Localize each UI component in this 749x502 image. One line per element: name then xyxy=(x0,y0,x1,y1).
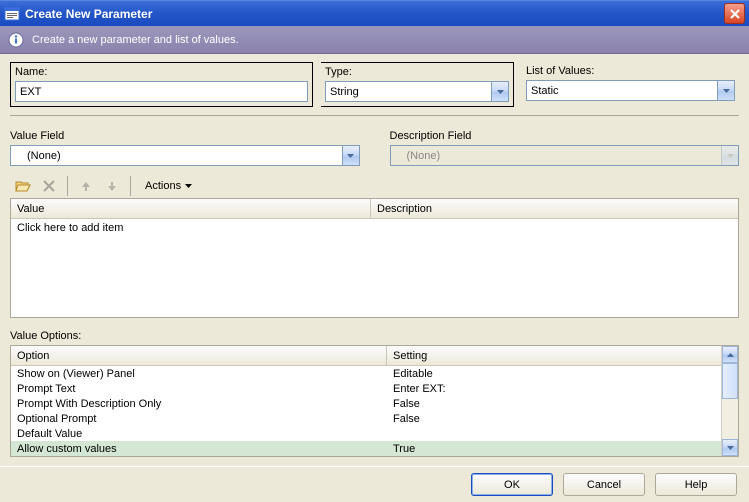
option-name: Default Value xyxy=(11,426,387,441)
scroll-down-button[interactable] xyxy=(722,439,738,456)
title-bar: Create New Parameter xyxy=(0,0,749,26)
info-icon xyxy=(8,32,24,48)
type-label: Type: xyxy=(325,66,509,78)
move-down-button xyxy=(101,175,123,197)
col-setting-header[interactable]: Setting xyxy=(387,350,721,362)
type-dropdown-button[interactable] xyxy=(491,82,508,101)
toolbar-separator xyxy=(130,176,131,196)
add-item-row[interactable]: Click here to add item xyxy=(11,219,738,236)
delete-button xyxy=(38,175,60,197)
col-description-header[interactable]: Description xyxy=(371,203,738,215)
lov-dropdown-button[interactable] xyxy=(717,81,734,100)
arrow-up-icon xyxy=(80,180,92,192)
option-row[interactable]: Allow custom valuesTrue xyxy=(11,441,721,456)
delete-x-icon xyxy=(42,179,56,193)
option-row[interactable]: Optional PromptFalse xyxy=(11,411,721,426)
options-scrollbar[interactable] xyxy=(721,346,738,456)
desc-field-select: (None) xyxy=(390,145,740,166)
window-title: Create New Parameter xyxy=(25,7,152,21)
col-option-header[interactable]: Option xyxy=(11,346,387,365)
option-row[interactable]: Default Value xyxy=(11,426,721,441)
name-group: Name: xyxy=(10,62,313,107)
cancel-button[interactable]: Cancel xyxy=(563,473,645,496)
value-field-dropdown-button[interactable] xyxy=(342,146,359,165)
option-row[interactable]: Show on (Viewer) PanelEditable xyxy=(11,366,721,381)
option-name: Prompt With Description Only xyxy=(11,396,387,411)
arrow-down-icon xyxy=(106,180,118,192)
lov-value: Static xyxy=(531,85,559,97)
option-setting: True xyxy=(387,443,721,455)
dialog-footer: OK Cancel Help xyxy=(0,466,749,502)
toolbar: Actions xyxy=(10,174,739,198)
open-folder-button[interactable] xyxy=(12,175,34,197)
info-bar: Create a new parameter and list of value… xyxy=(0,26,749,54)
actions-label: Actions xyxy=(145,180,181,192)
value-field-label: Value Field xyxy=(10,130,360,142)
type-value: String xyxy=(330,86,359,98)
desc-field-dropdown-button xyxy=(721,146,738,165)
option-row[interactable]: Prompt With Description OnlyFalse xyxy=(11,396,721,411)
scroll-thumb[interactable] xyxy=(722,363,738,399)
option-setting: Enter EXT: xyxy=(387,383,721,395)
lov-label: List of Values: xyxy=(526,65,735,77)
option-setting: False xyxy=(387,413,721,425)
name-label: Name: xyxy=(15,66,308,78)
move-up-button xyxy=(75,175,97,197)
lov-select[interactable]: Static xyxy=(526,80,735,101)
chevron-down-icon xyxy=(347,154,354,158)
chevron-up-icon xyxy=(727,353,734,357)
chevron-down-icon xyxy=(497,90,504,94)
chevron-down-icon xyxy=(723,89,730,93)
desc-field-value: (None) xyxy=(407,150,441,162)
option-name: Show on (Viewer) Panel xyxy=(11,366,387,381)
ok-button[interactable]: OK xyxy=(471,473,553,496)
values-list-table: Value Description Click here to add item xyxy=(10,198,739,318)
options-table: Option Setting Show on (Viewer) PanelEdi… xyxy=(10,345,739,457)
option-setting: Editable xyxy=(387,368,721,380)
chevron-down-icon xyxy=(727,446,734,450)
lov-group: List of Values: Static xyxy=(522,62,739,107)
options-header: Option Setting xyxy=(11,346,721,366)
chevron-down-icon xyxy=(185,184,192,188)
option-name: Optional Prompt xyxy=(11,411,387,426)
value-field-value: (None) xyxy=(27,150,61,162)
scroll-up-button[interactable] xyxy=(722,346,738,363)
actions-menu-button[interactable]: Actions xyxy=(138,175,199,197)
option-name: Allow custom values xyxy=(11,441,387,456)
app-icon xyxy=(4,6,20,22)
toolbar-separator xyxy=(67,176,68,196)
col-value-header[interactable]: Value xyxy=(11,199,371,218)
help-button[interactable]: Help xyxy=(655,473,737,496)
value-options-label: Value Options: xyxy=(10,330,739,342)
option-setting: False xyxy=(387,398,721,410)
info-text: Create a new parameter and list of value… xyxy=(32,34,239,46)
separator xyxy=(10,115,739,116)
type-group: Type: String xyxy=(321,62,514,107)
close-icon xyxy=(730,9,740,19)
option-row[interactable]: Prompt TextEnter EXT: xyxy=(11,381,721,396)
chevron-down-icon xyxy=(727,154,734,158)
folder-open-icon xyxy=(15,178,31,194)
value-field-select[interactable]: (None) xyxy=(10,145,360,166)
close-button[interactable] xyxy=(724,3,745,24)
list-header: Value Description xyxy=(11,199,738,219)
add-item-placeholder: Click here to add item xyxy=(11,219,371,236)
name-input[interactable] xyxy=(15,81,308,102)
desc-field-label: Description Field xyxy=(390,130,740,142)
option-name: Prompt Text xyxy=(11,381,387,396)
type-select[interactable]: String xyxy=(325,81,509,102)
